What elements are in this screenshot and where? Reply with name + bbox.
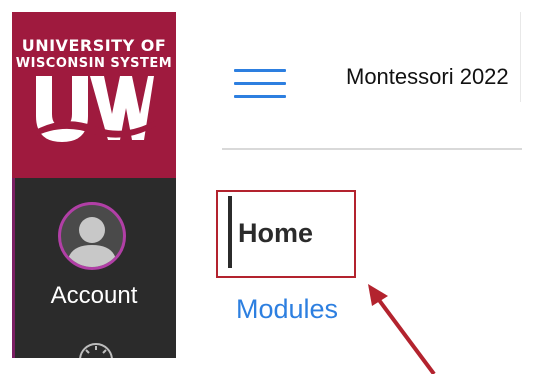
hamburger-bar-2 [234, 82, 286, 85]
avatar [58, 202, 126, 270]
uw-logo-icon [32, 76, 156, 142]
logo-line1: UNIVERSITY OF [21, 36, 167, 55]
course-title: Montessori 2022 [346, 64, 509, 89]
header-edge [520, 12, 521, 102]
course-header: Montessori 2022 [176, 12, 522, 148]
hamburger-bar-3 [234, 95, 286, 98]
global-nav-sidebar: UNIVERSITY OF WISCONSIN SYSTEM Account [12, 12, 176, 358]
highlight-box [216, 190, 356, 278]
annotation-arrow [368, 284, 436, 374]
account-nav-item[interactable]: Account [12, 178, 176, 328]
account-label: Account [50, 282, 138, 309]
hamburger-menu-button[interactable] [234, 69, 286, 109]
hamburger-bar-1 [234, 69, 286, 72]
uw-system-logo[interactable]: UNIVERSITY OF WISCONSIN SYSTEM [12, 12, 176, 178]
avatar-icon [67, 217, 117, 267]
header-divider [222, 148, 522, 150]
logo-line2: WISCONSIN SYSTEM [15, 56, 173, 71]
course-nav-modules[interactable]: Modules [236, 294, 338, 325]
dashboard-icon[interactable] [78, 342, 114, 358]
